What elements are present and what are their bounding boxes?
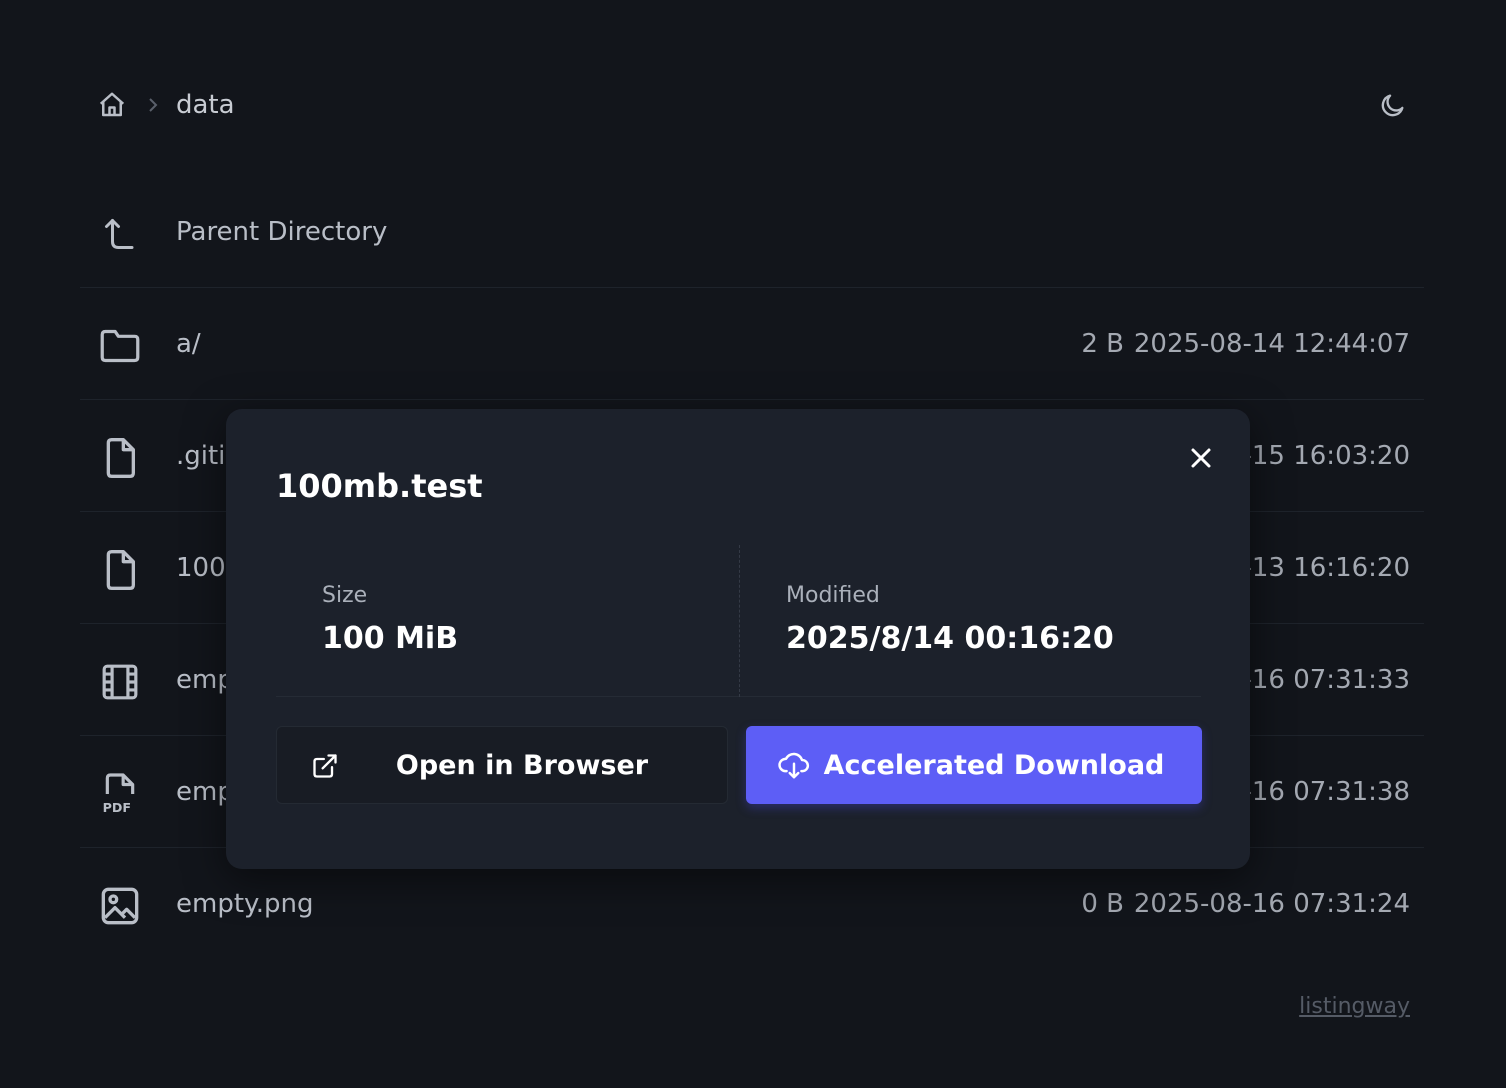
file-date: 3-13 16:16:20 (1225, 552, 1410, 583)
file-date: 3-16 07:31:33 (1225, 664, 1410, 695)
file-date: 3-15 16:03:20 (1225, 440, 1410, 471)
file-name: .giti (176, 440, 226, 471)
file-details-modal: 100mb.test Size 100 MiB Modified 2025/8/… (226, 409, 1250, 869)
file-size: 0 B (1081, 889, 1124, 919)
list-item[interactable]: a/ 2 B 2025-08-14 12:44:07 (80, 288, 1424, 400)
chevron-right-icon (144, 96, 162, 114)
size-stat: Size 100 MiB (276, 545, 738, 697)
home-icon[interactable] (96, 89, 128, 121)
footer-link[interactable]: listingway (1299, 994, 1410, 1019)
file-name: a/ (176, 328, 201, 359)
moon-icon[interactable] (1376, 88, 1410, 122)
parent-directory-row[interactable]: Parent Directory (80, 176, 1424, 288)
breadcrumb-current[interactable]: data (176, 90, 235, 120)
file-date: 2025-08-14 12:44:07 (1133, 328, 1410, 359)
modified-value: 2025/8/14 00:16:20 (786, 621, 1114, 656)
open-in-browser-button[interactable]: Open in Browser (276, 726, 728, 804)
close-icon[interactable] (1182, 439, 1220, 477)
modified-stat: Modified 2025/8/14 00:16:20 (739, 545, 1201, 697)
accelerated-download-label: Accelerated Download (823, 749, 1165, 781)
size-value: 100 MiB (322, 621, 459, 656)
modified-label: Modified (786, 583, 880, 608)
file-date: 2025-08-16 07:31:24 (1133, 889, 1410, 919)
file-name: empty.png (176, 889, 314, 919)
video-icon (98, 660, 142, 704)
svg-text:PDF: PDF (103, 800, 131, 815)
parent-arrow-icon (98, 212, 142, 256)
file-stats: Size 100 MiB Modified 2025/8/14 00:16:20 (276, 545, 1201, 697)
image-icon (98, 884, 142, 928)
file-date: 3-16 07:31:38 (1225, 776, 1410, 807)
header: data (96, 86, 1410, 124)
modal-title: 100mb.test (276, 467, 483, 505)
folder-icon (98, 324, 142, 368)
file-browser-page: data Parent Directory a/ 2 B 2025-08-14 … (0, 0, 1506, 1088)
size-label: Size (322, 583, 368, 608)
file-icon (98, 548, 142, 592)
file-icon (98, 436, 142, 480)
pdf-icon: PDF (98, 772, 142, 816)
parent-directory-label: Parent Directory (176, 216, 388, 247)
file-size: 2 B (1081, 328, 1124, 359)
open-in-browser-label: Open in Browser (395, 749, 649, 781)
accelerated-download-button[interactable]: Accelerated Download (746, 726, 1202, 804)
